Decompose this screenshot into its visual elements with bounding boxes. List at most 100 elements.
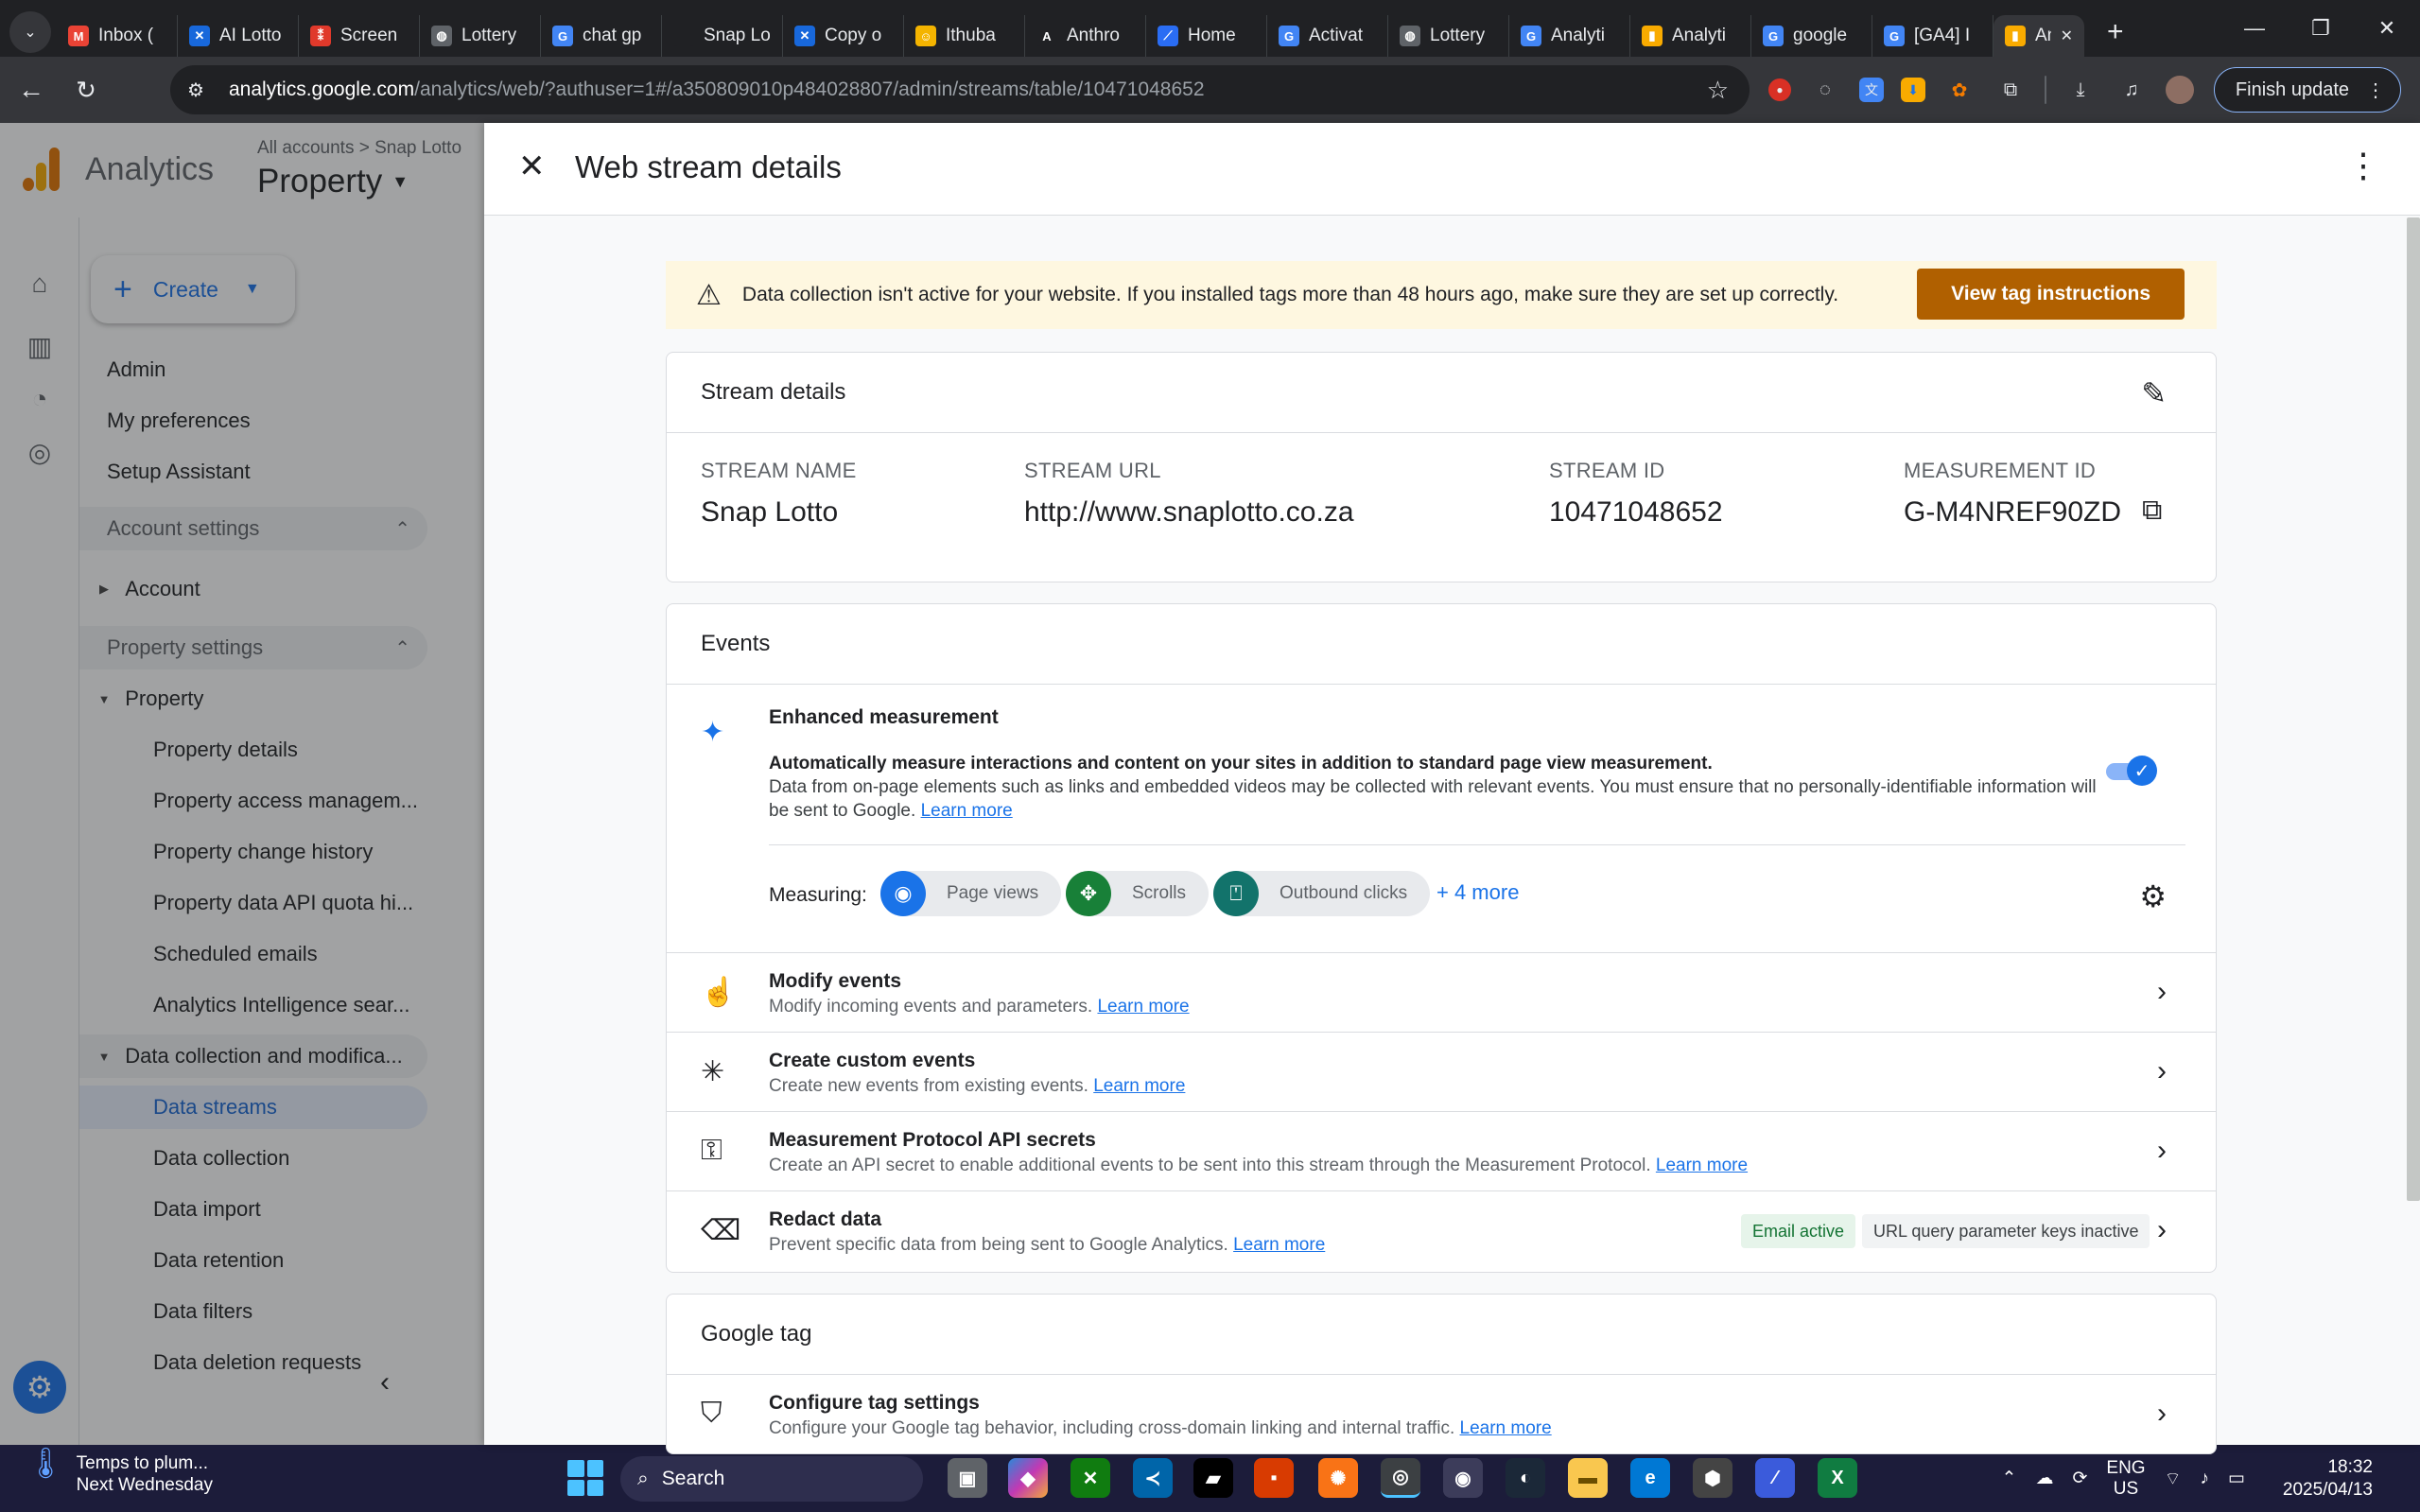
learn-more-link[interactable]: Learn more	[1460, 1418, 1552, 1438]
browser-tab[interactable]: G [GA4] I	[1872, 15, 1993, 57]
browser-tab[interactable]: ⁑ Screen	[299, 15, 420, 57]
bookmark-star-icon[interactable]: ☆	[1707, 76, 1729, 105]
sidebar-section-property-settings[interactable]: Property settings ⌃	[79, 626, 427, 669]
volume-icon[interactable]: ♪	[2200, 1469, 2209, 1489]
address-bar[interactable]: ⚙ analytics.google.com/analytics/web/?au…	[170, 65, 1750, 114]
profile-avatar[interactable]	[2166, 76, 2194, 104]
sidebar-item-my-preferences[interactable]: My preferences	[79, 399, 427, 443]
finish-update-button[interactable]: Finish update ⋮	[2213, 67, 2401, 113]
battery-icon[interactable]: ▭	[2228, 1468, 2245, 1489]
steam-icon[interactable]: ◐	[1506, 1458, 1545, 1498]
browser-tab[interactable]: G Analyti	[1509, 15, 1630, 57]
extension-loading-icon[interactable]: ◌	[1808, 73, 1842, 107]
chrome-icon[interactable]: ◎	[1381, 1458, 1420, 1498]
sidebar-item-data-import[interactable]: Data import	[79, 1188, 427, 1231]
browser-tab[interactable]: ✕ Copy o	[783, 15, 904, 57]
advertising-icon[interactable]: ◎	[21, 433, 59, 471]
browser-tab[interactable]: ⟋ Home	[1146, 15, 1267, 57]
browser-tab[interactable]: ☺ Ithuba	[904, 15, 1025, 57]
browser-tab[interactable]: ▮ An ✕	[1993, 15, 2084, 57]
more-vert-icon[interactable]: ⋮	[2346, 146, 2380, 185]
back-button[interactable]: ←	[8, 66, 55, 113]
media-controls-icon[interactable]: ♫	[2115, 73, 2149, 107]
breadcrumb[interactable]: All accounts > Snap Lotto	[257, 138, 461, 159]
scrollbar[interactable]	[2407, 217, 2420, 1201]
new-tab-button[interactable]: +	[2107, 16, 2124, 48]
tab-search-button[interactable]: ⌄	[9, 11, 51, 53]
obs-icon[interactable]: ◉	[1443, 1458, 1483, 1498]
row-modify-events[interactable]: ☝ Modify events Modify incoming events a…	[667, 952, 2216, 1032]
app-icon[interactable]: ▪	[1254, 1458, 1294, 1498]
view-tag-instructions-button[interactable]: View tag instructions	[1917, 269, 2185, 320]
learn-more-link[interactable]: Learn more	[1097, 997, 1189, 1017]
sidebar-item-data-streams[interactable]: Data streams	[79, 1086, 427, 1129]
more-measurements-link[interactable]: + 4 more	[1436, 880, 1519, 905]
sidebar-item-scheduled-emails[interactable]: Scheduled emails	[79, 932, 427, 976]
sidebar-item-setup-assistant[interactable]: Setup Assistant	[79, 450, 427, 494]
home-icon[interactable]: ⌂	[21, 265, 59, 303]
measurement-id-value[interactable]: G-M4NREF90ZD	[1904, 496, 2121, 529]
sidebar-item-property-details[interactable]: Property details	[79, 728, 427, 772]
row-configure-tag-settings[interactable]: ⛉ Configure tag settings Configure your …	[667, 1374, 2216, 1453]
browser-tab[interactable]: ◍ Lottery	[1388, 15, 1509, 57]
browser-tab[interactable]: Gchat gp	[541, 15, 662, 57]
sidebar-item-property-change-history[interactable]: Property change history	[79, 830, 427, 874]
sidebar-item-property-access[interactable]: Property access managem...	[79, 779, 427, 823]
browser-tab[interactable]: ▮ Analyti	[1630, 15, 1751, 57]
browser-tab[interactable]: G Activat	[1267, 15, 1388, 57]
sidebar-item-data-collection-section[interactable]: ▼ Data collection and modifica...	[79, 1034, 427, 1078]
sidebar-item-data-filters[interactable]: Data filters	[79, 1290, 427, 1333]
close-tab-icon[interactable]: ✕	[2061, 26, 2073, 45]
learn-more-link[interactable]: Learn more	[921, 801, 1013, 821]
learn-more-link[interactable]: Learn more	[1093, 1076, 1185, 1096]
weather-widget[interactable]: 🌡 Temps to plum... Next Wednesday	[26, 1448, 213, 1496]
edge-icon[interactable]: e	[1630, 1458, 1670, 1498]
browser-tab[interactable]: Snap Lo	[662, 15, 783, 57]
sidebar-item-admin[interactable]: Admin	[79, 348, 427, 391]
property-selector[interactable]: Property ▼	[257, 163, 409, 200]
extensions-puzzle-icon[interactable]: ⧉	[1993, 73, 2028, 107]
downloads-icon[interactable]: ⤓	[2063, 73, 2098, 107]
excel-icon[interactable]: X	[1818, 1458, 1857, 1498]
extension-red-icon[interactable]: ●	[1768, 78, 1791, 101]
maximize-icon[interactable]: ❐	[2288, 0, 2354, 57]
file-explorer-icon[interactable]: ▬	[1568, 1458, 1608, 1498]
language-indicator[interactable]: ENG US	[2106, 1458, 2145, 1500]
task-view-icon[interactable]: ▣	[948, 1458, 987, 1498]
app-blue-icon[interactable]: ⁄	[1755, 1458, 1795, 1498]
download-extension-icon[interactable]: ⬇	[1901, 78, 1925, 102]
claude-icon[interactable]: ✺	[1318, 1458, 1358, 1498]
sidebar-item-api-quota[interactable]: Property data API quota hi...	[79, 881, 427, 925]
site-info-icon[interactable]: ⚙	[187, 78, 214, 102]
row-create-custom-events[interactable]: ✳ Create custom events Create new events…	[667, 1032, 2216, 1111]
row-measurement-protocol[interactable]: ⚿ Measurement Protocol API secrets Creat…	[667, 1111, 2216, 1190]
sidebar-item-data-retention[interactable]: Data retention	[79, 1239, 427, 1282]
xbox-icon[interactable]: ✕	[1071, 1458, 1110, 1498]
enhanced-measurement-toggle[interactable]: ✓	[2106, 756, 2157, 786]
sidebar-item-analytics-intelligence[interactable]: Analytics Intelligence sear...	[79, 983, 427, 1027]
sidebar-item-data-deletion-requests[interactable]: Data deletion requests	[79, 1341, 427, 1384]
edit-pencil-icon[interactable]: ✎	[2141, 375, 2167, 411]
sidebar-section-account-settings[interactable]: Account settings ⌃	[79, 507, 427, 550]
reports-icon[interactable]: ▥	[21, 327, 59, 365]
chevron-up-icon[interactable]: ⌃	[2002, 1468, 2017, 1489]
browser-tab[interactable]: M Inbox (	[57, 15, 178, 57]
browser-tab[interactable]: A Anthro	[1025, 15, 1146, 57]
translate-extension-icon[interactable]: 文	[1859, 78, 1884, 102]
settings-gear-icon[interactable]: ⚙	[2139, 878, 2167, 914]
admin-gear-icon[interactable]: ⚙	[13, 1361, 66, 1414]
wifi-icon[interactable]: ⌔	[2165, 1468, 2182, 1490]
create-button[interactable]: + Create ▼	[91, 255, 295, 323]
close-window-icon[interactable]: ✕	[2354, 0, 2420, 57]
windows-start-icon[interactable]	[567, 1460, 603, 1496]
explore-icon[interactable]: ◔	[21, 380, 59, 418]
learn-more-link[interactable]: Learn more	[1656, 1156, 1748, 1175]
terminal-icon[interactable]: ▰	[1193, 1458, 1233, 1498]
browser-tab[interactable]: Ggoogle	[1751, 15, 1872, 57]
clock[interactable]: 18:32 2025/04/13	[2283, 1456, 2373, 1502]
taskbar-search[interactable]: ⌕ Search	[620, 1456, 923, 1502]
sidebar-item-account[interactable]: ▶ Account	[79, 567, 427, 611]
collapse-sidebar-icon[interactable]: ‹	[380, 1366, 390, 1399]
sidebar-item-property[interactable]: ▼ Property	[79, 677, 427, 721]
browser-tab[interactable]: ◍ Lottery	[420, 15, 541, 57]
